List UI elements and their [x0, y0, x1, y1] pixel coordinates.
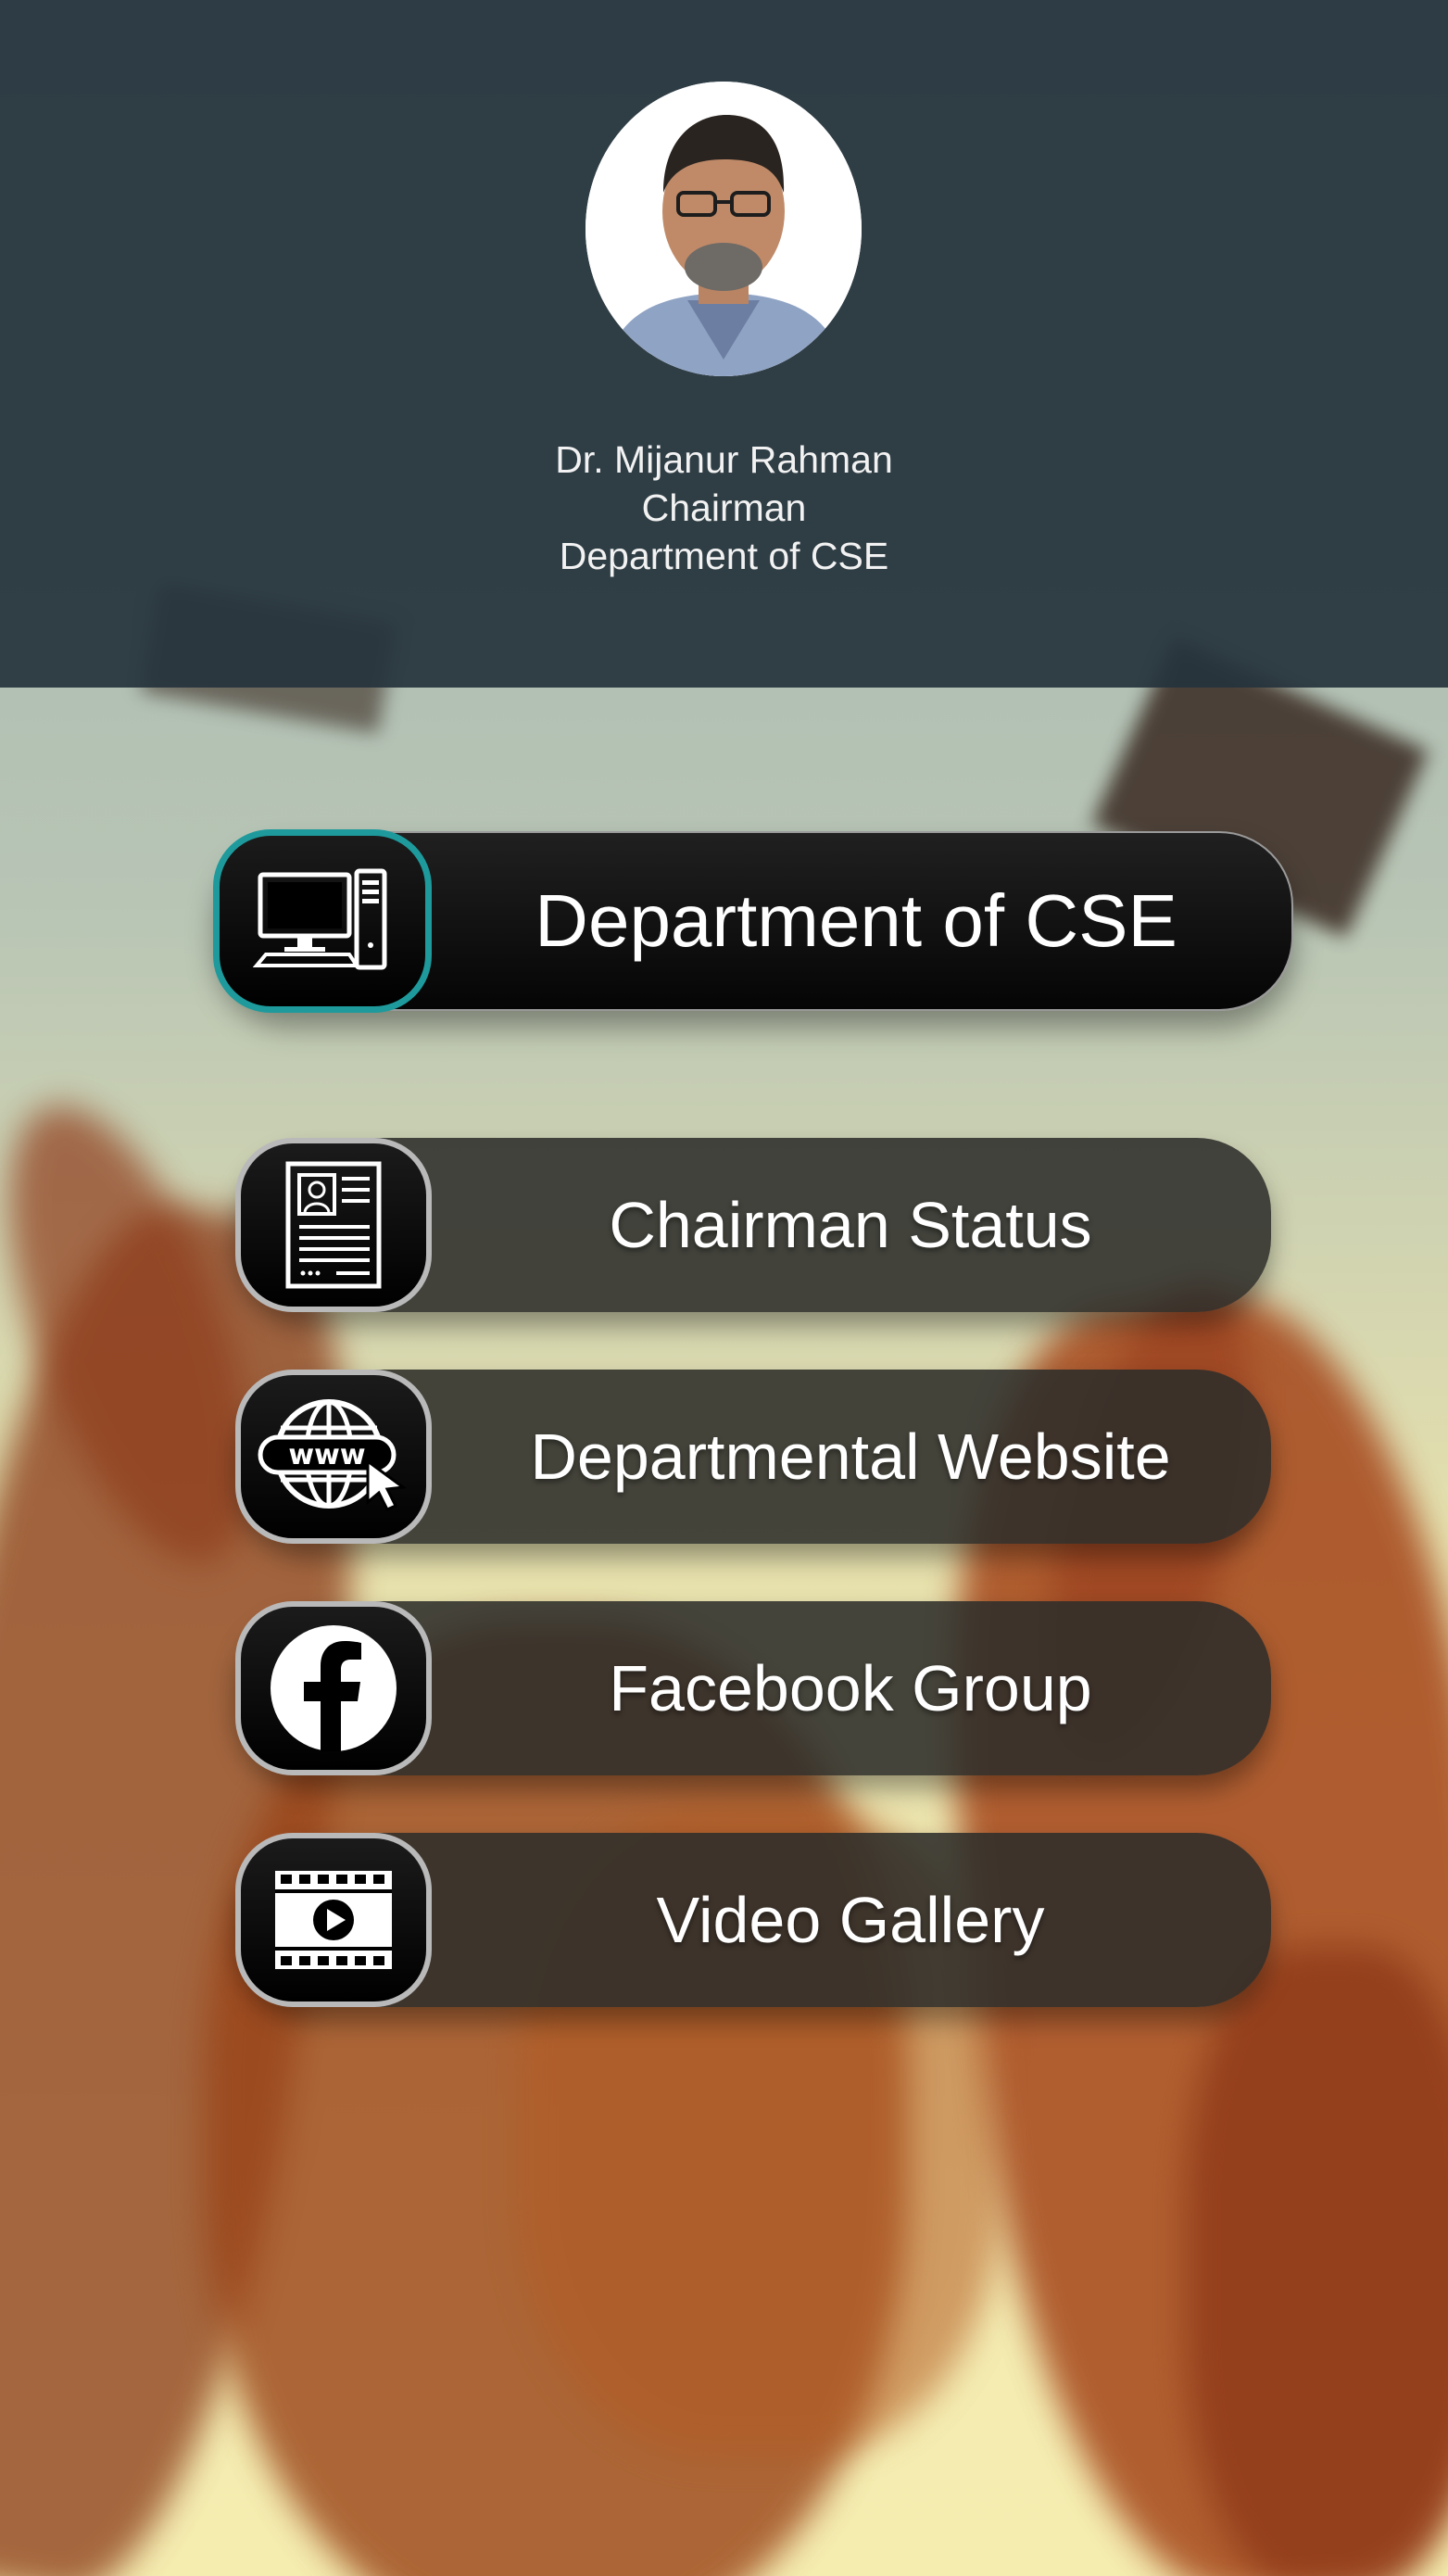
www-globe-icon: www	[235, 1370, 432, 1544]
departmental-website-label: Departmental Website	[530, 1421, 1171, 1493]
chairman-photo	[585, 82, 862, 376]
facebook-group-button[interactable]: Facebook Group	[235, 1601, 1271, 1775]
profile-role: Chairman	[641, 486, 807, 529]
svg-text:www: www	[288, 1439, 365, 1471]
video-gallery-label: Video Gallery	[656, 1884, 1045, 1956]
chairman-status-button[interactable]: Chairman Status	[235, 1138, 1271, 1312]
profile-header: Dr. Mijanur Rahman Chairman Department o…	[0, 0, 1448, 688]
profile-name: Dr. Mijanur Rahman	[555, 438, 893, 481]
profile-department: Department of CSE	[559, 535, 889, 577]
facebook-group-label: Facebook Group	[609, 1652, 1092, 1724]
department-of-cse-button[interactable]: Department of CSE	[213, 829, 1293, 1013]
departmental-website-button[interactable]: www Departmental Website	[235, 1370, 1271, 1544]
profile-info: Dr. Mijanur Rahman Chairman Department o…	[0, 436, 1448, 580]
facebook-icon	[235, 1601, 432, 1775]
chairman-status-label: Chairman Status	[609, 1189, 1092, 1261]
app-screen: Dr. Mijanur Rahman Chairman Department o…	[0, 0, 1448, 2576]
computer-icon	[213, 829, 432, 1013]
department-of-cse-label: Department of CSE	[535, 879, 1177, 962]
video-gallery-button[interactable]: Video Gallery	[235, 1833, 1271, 2007]
profile-document-icon	[235, 1138, 432, 1312]
video-film-icon	[235, 1833, 432, 2007]
avatar	[585, 82, 862, 376]
